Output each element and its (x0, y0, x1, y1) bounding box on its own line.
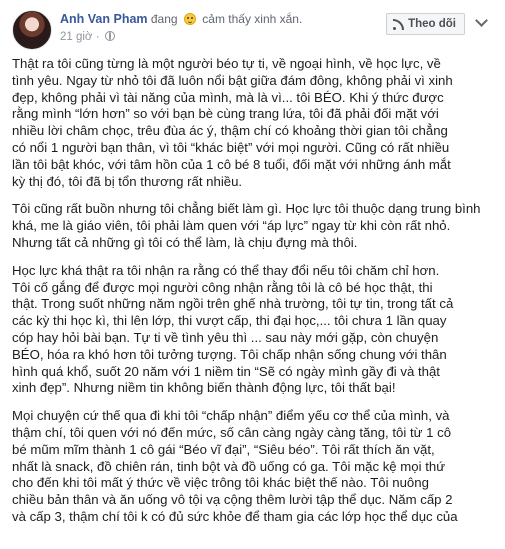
post-timestamp[interactable]: 21 giờ (60, 31, 92, 43)
post-author-line: Anh Van Pham đang cảm thấy xinh xắn. (60, 11, 302, 27)
facebook-post: Anh Van Pham đang cảm thấy xinh xắn. 21 … (0, 0, 505, 549)
feeling-prefix: đang (150, 12, 178, 26)
post-paragraph: Thật ra tôi cũng từng là một người béo t… (12, 56, 453, 189)
post-options-button[interactable] (471, 13, 491, 31)
smiling-face-icon (183, 13, 196, 25)
feeling-text[interactable]: cảm thấy xinh xắn. (202, 12, 302, 26)
follow-button[interactable]: Theo dõi (386, 13, 465, 35)
post-content: Thật ra tôi cũng từng là một người béo t… (12, 56, 490, 537)
globe-icon[interactable] (104, 31, 115, 41)
post-meta: 21 giờ · (60, 30, 115, 44)
follow-label: Theo dõi (408, 18, 456, 30)
post-paragraph: Mọi chuyện cứ thế qua đi khi tôi “chấp n… (12, 408, 458, 524)
chevron-down-icon (474, 13, 488, 27)
author-name[interactable]: Anh Van Pham (60, 12, 148, 26)
follow-icon (393, 18, 405, 30)
avatar[interactable] (12, 10, 52, 50)
post-header: Anh Van Pham đang cảm thấy xinh xắn. 21 … (12, 10, 493, 50)
post-paragraph: Học lực khá thật ra tôi nhận ra rằng có … (12, 262, 454, 396)
post-paragraph: Tôi cũng rất buồn nhưng tôi chẳng biết l… (12, 201, 481, 250)
meta-separator: · (95, 31, 100, 43)
